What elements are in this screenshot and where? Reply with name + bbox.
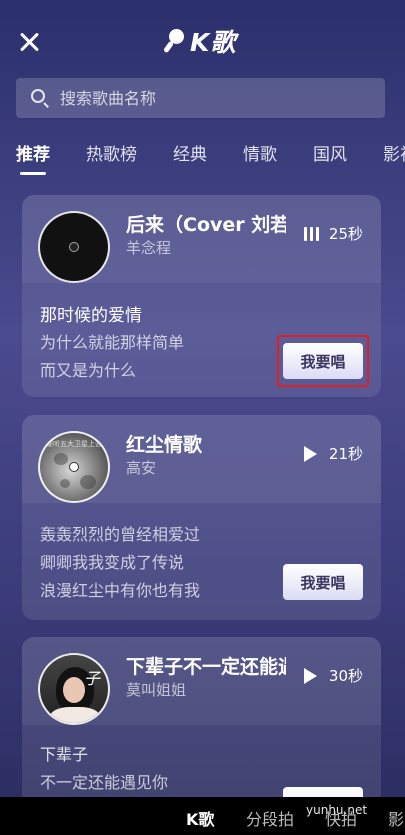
- brand-title: K歌: [190, 28, 237, 57]
- close-icon[interactable]: [16, 28, 44, 56]
- sing-button[interactable]: 我要唱: [283, 564, 363, 600]
- bottom-tab-segment[interactable]: 分段拍: [246, 806, 294, 830]
- tab-classic[interactable]: 经典: [173, 140, 207, 165]
- song-artist: 莫叫姐姐: [126, 681, 187, 699]
- song-duration[interactable]: 30秒: [303, 665, 363, 686]
- duration-text: 30秒: [328, 667, 363, 685]
- lyric-line: 那时候的爱情: [40, 306, 142, 326]
- tab-chinese-style[interactable]: 国风: [313, 140, 347, 165]
- search-bar[interactable]: [16, 78, 385, 118]
- header: K歌: [0, 0, 405, 78]
- lyric-line: 下辈子: [40, 745, 89, 764]
- song-title: 下辈子不一定还能遇见你: [126, 656, 286, 678]
- lyric-line: 为什么就能那样简单: [40, 333, 185, 352]
- song-card[interactable]: 后来（Cover 刘若英） 羊念程 25秒 那时候的爱情 为什么就能那样简单 而…: [22, 195, 381, 397]
- song-card[interactable]: 硬听五大卫星上去 红尘情歌 高安 21秒 轰轰烈烈的曾经相爱过 卿卿我我变成了传…: [22, 415, 381, 620]
- song-cover: 硬听五大卫星上去: [38, 431, 110, 503]
- song-cover: [38, 211, 110, 283]
- lyric-line: 浪漫红尘中有你也有我: [40, 581, 201, 600]
- category-tabs: 推荐 热歌榜 经典 情歌 国风 影视: [0, 140, 405, 180]
- lyric-line: 轰轰烈烈的曾经相爱过: [40, 525, 201, 544]
- song-artist: 羊念程: [126, 239, 172, 257]
- tab-love-songs[interactable]: 情歌: [243, 140, 277, 165]
- tab-hot-chart[interactable]: 热歌榜: [86, 140, 137, 165]
- lyric-line: 而又是为什么: [40, 361, 137, 380]
- cover-text: 硬听五大卫星上去: [46, 440, 102, 448]
- play-icon: [303, 667, 317, 684]
- search-icon: [30, 88, 50, 108]
- song-duration[interactable]: 21秒: [303, 443, 363, 464]
- active-tab-indicator: [20, 172, 46, 175]
- search-input[interactable]: [60, 78, 385, 118]
- song-title: 红尘情歌: [126, 434, 203, 456]
- k-song-screen: K歌 推荐 热歌榜 经典 情歌 国风 影视 后来（Cover 刘若英） 羊念程 …: [0, 0, 405, 835]
- duration-text: 25秒: [328, 225, 363, 243]
- tab-film-tv[interactable]: 影视: [383, 140, 405, 165]
- tab-recommend[interactable]: 推荐: [16, 140, 50, 165]
- song-cover: 子: [38, 653, 110, 725]
- song-duration[interactable]: 25秒: [303, 223, 363, 244]
- lyric-line: 卿卿我我变成了传说: [40, 553, 185, 572]
- microphone-icon: [163, 29, 186, 54]
- play-icon: [303, 445, 317, 462]
- highlight-box: [277, 335, 369, 387]
- song-title: 后来（Cover 刘若英）: [126, 214, 286, 236]
- bottom-tab-k-song[interactable]: K歌: [186, 806, 214, 830]
- duration-text: 21秒: [328, 445, 363, 463]
- song-artist: 高安: [126, 459, 157, 477]
- watermark: yunhu.net: [306, 803, 368, 817]
- bottom-tab-film[interactable]: 影: [388, 806, 404, 830]
- pause-icon: [303, 226, 319, 241]
- brand-logo: K歌: [163, 25, 237, 57]
- lyric-line: 不一定还能遇见你: [40, 773, 169, 792]
